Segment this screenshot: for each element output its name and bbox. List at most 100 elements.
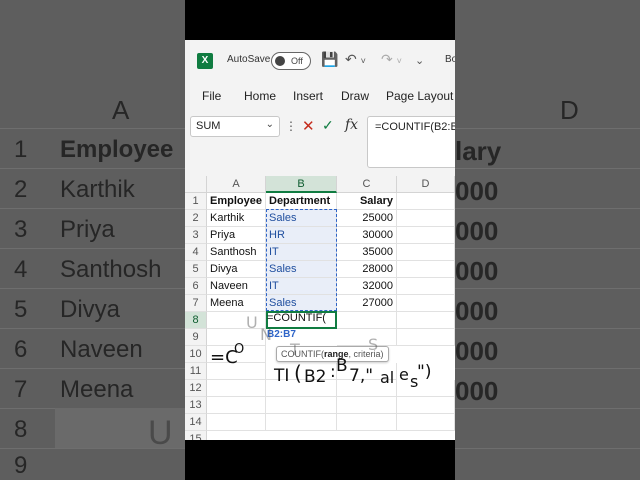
empty-cell[interactable]: [397, 193, 455, 210]
empty-cell[interactable]: [397, 278, 455, 295]
insert-function-icon[interactable]: fx: [345, 117, 358, 133]
row-header[interactable]: 9: [185, 329, 207, 346]
table-cell[interactable]: IT: [266, 244, 337, 261]
letterbox-top: [185, 0, 455, 40]
table-cell[interactable]: Naveen: [207, 278, 266, 295]
chevron-down-icon[interactable]: ⌄: [266, 119, 274, 130]
bg-row-number: 5: [14, 296, 28, 323]
bg-row-number: 3: [14, 216, 28, 243]
bg-row-salary: 000: [455, 376, 499, 406]
table-cell[interactable]: Divya: [207, 261, 266, 278]
table-cell[interactable]: 25000: [337, 210, 397, 227]
bg-row-salary: 000: [455, 336, 499, 366]
row-header[interactable]: 7: [185, 295, 207, 312]
empty-cell[interactable]: [266, 414, 337, 431]
name-box-value: SUM: [196, 120, 221, 132]
table-cell[interactable]: Karthik: [207, 210, 266, 227]
table-cell[interactable]: Sales: [266, 295, 337, 312]
empty-cell[interactable]: [266, 397, 337, 414]
table-cell[interactable]: Sales: [266, 261, 337, 278]
customize-toolbar-icon[interactable]: ⌄: [415, 54, 424, 67]
enter-icon[interactable]: ✓: [322, 117, 334, 134]
empty-cell[interactable]: [397, 210, 455, 227]
row-header[interactable]: 3: [185, 227, 207, 244]
toggle-state: Off: [291, 56, 303, 66]
row-header[interactable]: 4: [185, 244, 207, 261]
table-cell[interactable]: 28000: [337, 261, 397, 278]
row-header[interactable]: 10: [185, 346, 207, 363]
table-cell[interactable]: 27000: [337, 295, 397, 312]
column-header-a[interactable]: A: [207, 176, 266, 193]
table-cell[interactable]: HR: [266, 227, 337, 244]
row-header[interactable]: 12: [185, 380, 207, 397]
table-cell[interactable]: 32000: [337, 278, 397, 295]
overlay-letter: B2: [304, 367, 327, 387]
overlay-letter: B: [336, 356, 348, 376]
bg-row-name: Employee: [60, 136, 174, 163]
formula-input[interactable]: =COUNTIF(B2:B: [367, 116, 455, 168]
bg-row-name: Santhosh: [60, 256, 162, 283]
row-header[interactable]: 13: [185, 397, 207, 414]
tab-page-layout[interactable]: Page Layout: [386, 89, 453, 103]
table-cell[interactable]: IT: [266, 278, 337, 295]
overlay-letter: e: [399, 365, 409, 384]
overlay-letter: T: [290, 340, 300, 359]
row-header[interactable]: 1: [185, 193, 207, 210]
autosave-toggle[interactable]: Off: [271, 52, 311, 70]
tab-home[interactable]: Home: [244, 89, 276, 103]
empty-cell[interactable]: [397, 295, 455, 312]
bg-row-name: Naveen: [60, 336, 143, 363]
empty-cell[interactable]: [207, 414, 266, 431]
empty-cell[interactable]: [207, 397, 266, 414]
tooltip-rest: , criteria): [348, 349, 384, 359]
table-header-cell[interactable]: Department: [266, 193, 337, 210]
empty-cell[interactable]: [397, 244, 455, 261]
column-header-b[interactable]: B: [266, 176, 337, 193]
empty-cell[interactable]: [337, 414, 397, 431]
row-header[interactable]: 5: [185, 261, 207, 278]
empty-cell[interactable]: [337, 329, 397, 346]
tab-insert[interactable]: Insert: [293, 89, 323, 103]
row-header[interactable]: 11: [185, 363, 207, 380]
table-cell[interactable]: Priya: [207, 227, 266, 244]
overlay-letter: (: [294, 361, 302, 385]
row-header[interactable]: 14: [185, 414, 207, 431]
overlay-letter: al: [380, 368, 395, 387]
bg-row-number: 4: [14, 256, 28, 283]
empty-cell[interactable]: [337, 397, 397, 414]
empty-cell[interactable]: [397, 397, 455, 414]
overlay-letter: "): [417, 362, 432, 382]
more-options-icon[interactable]: ⋮: [285, 119, 297, 133]
table-cell[interactable]: 35000: [337, 244, 397, 261]
table-cell[interactable]: 30000: [337, 227, 397, 244]
save-icon[interactable]: 💾: [321, 51, 338, 68]
empty-cell[interactable]: [397, 329, 455, 346]
undo-icon[interactable]: ↶ ˅: [345, 51, 366, 68]
empty-cell[interactable]: [397, 312, 455, 329]
cancel-icon[interactable]: ✕: [302, 117, 315, 135]
overlay-letter: 7,": [349, 366, 374, 386]
column-header-c[interactable]: C: [337, 176, 397, 193]
empty-cell[interactable]: [397, 414, 455, 431]
name-box[interactable]: SUM ⌄: [190, 116, 280, 137]
row-header[interactable]: 6: [185, 278, 207, 295]
tab-file[interactable]: File: [202, 89, 221, 103]
column-header-d[interactable]: D: [397, 176, 455, 193]
redo-icon[interactable]: ↷ ˅: [381, 51, 402, 68]
row-header[interactable]: 8: [185, 312, 207, 329]
row-header[interactable]: 2: [185, 210, 207, 227]
table-cell[interactable]: Meena: [207, 295, 266, 312]
letterbox-bottom: [185, 440, 455, 480]
table-header-cell[interactable]: Salary: [337, 193, 397, 210]
empty-cell[interactable]: [337, 312, 397, 329]
empty-cell[interactable]: [397, 261, 455, 278]
empty-cell[interactable]: [397, 227, 455, 244]
bg-row-name: Meena: [60, 376, 134, 403]
overlay-letter: S: [368, 335, 379, 354]
table-header-cell[interactable]: Employee: [207, 193, 266, 210]
tab-draw[interactable]: Draw: [341, 89, 369, 103]
empty-cell[interactable]: [207, 380, 266, 397]
select-all-corner[interactable]: [185, 176, 207, 193]
table-cell[interactable]: Sales: [266, 210, 337, 227]
table-cell[interactable]: Santhosh: [207, 244, 266, 261]
